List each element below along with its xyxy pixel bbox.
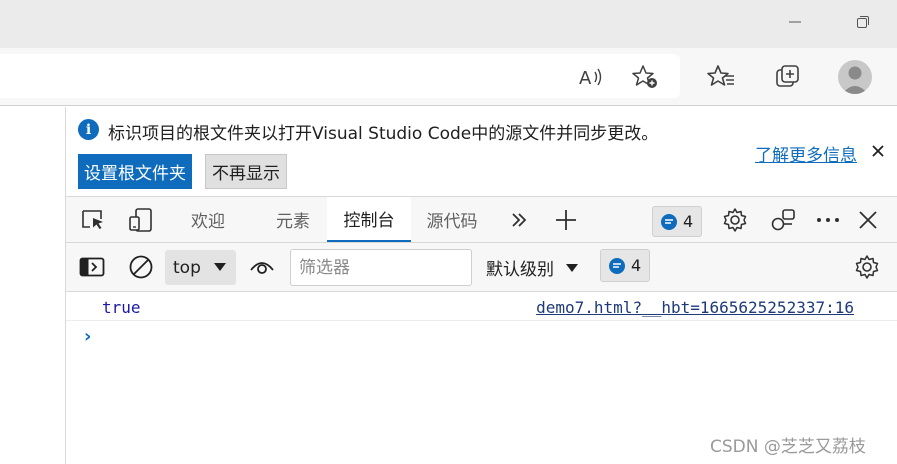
page-viewport[interactable] xyxy=(0,107,66,464)
add-favorite-icon[interactable] xyxy=(628,60,662,94)
console-log-value[interactable]: true xyxy=(102,298,141,317)
chevron-down-icon xyxy=(214,263,226,271)
inspect-element-icon[interactable] xyxy=(78,205,108,235)
devtools-panel: i 标识项目的根文件夹以打开Visual Studio Code中的源文件并同步… xyxy=(66,107,897,464)
clear-console-icon[interactable] xyxy=(126,252,156,282)
add-tab-icon[interactable] xyxy=(551,205,581,235)
info-icon: i xyxy=(78,119,99,140)
customize-icon[interactable] xyxy=(768,205,798,235)
filter-input[interactable] xyxy=(290,249,472,286)
infobar: i 标识项目的根文件夹以打开Visual Studio Code中的源文件并同步… xyxy=(66,107,897,196)
issues-count: 4 xyxy=(683,212,694,231)
chevron-down-icon xyxy=(566,263,578,272)
minimize-icon[interactable] xyxy=(783,10,807,34)
issues-badge[interactable]: 4 xyxy=(652,206,703,237)
infobar-message: 标识项目的根文件夹以打开Visual Studio Code中的源文件并同步更改… xyxy=(108,124,659,144)
more-tabs-icon[interactable] xyxy=(504,205,534,235)
context-value: top xyxy=(173,257,201,278)
learn-more-link[interactable]: 了解更多信息 xyxy=(755,141,857,166)
devtools-tabbar: 欢迎 元素 控制台 源代码 4 xyxy=(66,196,897,243)
svg-text:A: A xyxy=(579,68,592,88)
tab-sources[interactable]: 源代码 xyxy=(416,197,488,242)
favorites-icon[interactable] xyxy=(704,60,738,94)
sidebar-toggle-icon[interactable] xyxy=(77,252,107,282)
log-level-select[interactable]: 默认级别 xyxy=(486,250,578,285)
close-icon[interactable] xyxy=(868,141,888,161)
dont-show-again-button[interactable]: 不再显示 xyxy=(205,154,287,189)
issues-count: 4 xyxy=(631,256,642,275)
message-icon xyxy=(661,213,677,230)
console-message-row: true demo7.html?__hbt=1665625252337:16 xyxy=(66,292,897,321)
console-prompt[interactable]: › xyxy=(84,326,91,347)
issues-badge-console[interactable]: 4 xyxy=(600,249,651,282)
device-emulation-icon[interactable] xyxy=(126,205,156,235)
collections-icon[interactable] xyxy=(771,60,805,94)
tab-welcome[interactable]: 欢迎 xyxy=(177,197,239,242)
source-link[interactable]: demo7.html?__hbt=1665625252337:16 xyxy=(536,298,854,317)
read-aloud-icon[interactable]: A xyxy=(574,60,608,94)
gear-icon[interactable] xyxy=(720,205,750,235)
console-toolbar: top 默认级别 4 xyxy=(66,243,897,292)
tab-console[interactable]: 控制台 xyxy=(327,197,411,242)
title-bar xyxy=(0,0,897,48)
eye-icon[interactable] xyxy=(247,252,277,282)
tab-elements[interactable]: 元素 xyxy=(262,197,324,242)
close-devtools-icon[interactable] xyxy=(853,205,883,235)
browser-toolbar: A xyxy=(0,48,897,106)
profile-avatar[interactable] xyxy=(838,60,872,94)
set-root-folder-button[interactable]: 设置根文件夹 xyxy=(78,154,192,189)
context-select[interactable]: top xyxy=(165,250,236,285)
restore-icon[interactable] xyxy=(851,10,875,34)
watermark: CSDN @芝芝又荔枝 xyxy=(710,437,866,457)
log-level-value: 默认级别 xyxy=(486,260,554,280)
message-icon xyxy=(609,257,625,274)
more-options-icon[interactable] xyxy=(813,205,843,235)
console-settings-icon[interactable] xyxy=(852,252,882,282)
